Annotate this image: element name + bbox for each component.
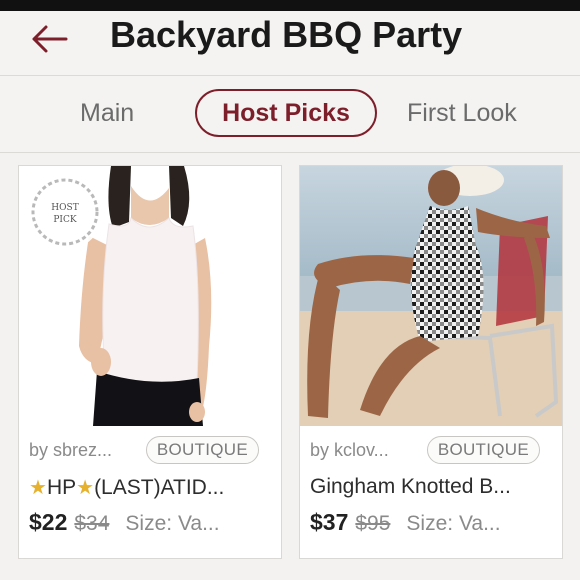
star-icon: ★ bbox=[29, 477, 47, 499]
seller-name[interactable]: by kclov... bbox=[310, 440, 389, 461]
price-row: $22 $34 Size: Va... bbox=[29, 509, 279, 541]
listing-card[interactable]: HOST PICK by sbrez... BOUTIQUE ★HP★(LAST… bbox=[18, 165, 282, 559]
original-price: $34 bbox=[74, 512, 110, 535]
tab-host-picks[interactable]: Host Picks bbox=[195, 89, 377, 137]
listing-photo[interactable]: HOST PICK bbox=[19, 166, 281, 426]
tab-bar: Main Host Picks First Look bbox=[0, 76, 580, 153]
seller-name[interactable]: by sbrez... bbox=[29, 440, 112, 461]
listing-title[interactable]: ★HP★(LAST)ATID... bbox=[29, 475, 279, 500]
svg-text:PICK: PICK bbox=[53, 215, 76, 225]
listing-title[interactable]: Gingham Knotted B... bbox=[310, 475, 560, 499]
boutique-badge: BOUTIQUE bbox=[145, 436, 259, 464]
host-pick-seal: HOST PICK bbox=[27, 174, 103, 250]
listing-card[interactable]: by kclov... BOUTIQUE Gingham Knotted B..… bbox=[299, 165, 563, 559]
original-price: $95 bbox=[355, 512, 391, 535]
svg-text:HOST: HOST bbox=[51, 203, 78, 213]
tab-main[interactable]: Main bbox=[80, 89, 134, 137]
star-icon: ★ bbox=[76, 477, 95, 499]
price-row: $37 $95 Size: Va... bbox=[310, 509, 560, 541]
size-label: Size: Va... bbox=[125, 512, 220, 535]
page-title: Backyard BBQ Party bbox=[110, 14, 463, 55]
back-arrow-icon[interactable] bbox=[30, 19, 70, 59]
listing-photo[interactable] bbox=[300, 166, 562, 426]
price: $37 bbox=[310, 509, 349, 535]
status-bar bbox=[0, 0, 580, 11]
boutique-badge: BOUTIQUE bbox=[426, 436, 540, 464]
price: $22 bbox=[29, 509, 68, 535]
tab-first-look[interactable]: First Look bbox=[407, 89, 517, 137]
bottom-strip bbox=[0, 568, 580, 580]
size-label: Size: Va... bbox=[406, 512, 501, 535]
header: Backyard BBQ Party bbox=[0, 11, 580, 76]
